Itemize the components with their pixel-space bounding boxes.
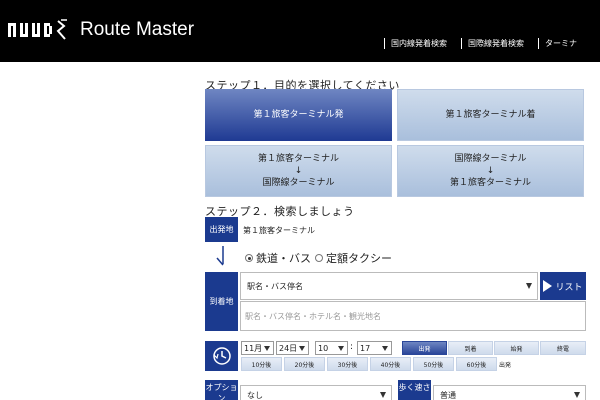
month-value: 11月	[244, 343, 263, 353]
offset-30-button[interactable]: 30分後	[327, 357, 368, 371]
day-value: 24日	[279, 343, 298, 353]
option-label: オプション	[205, 380, 238, 400]
tab-arrival[interactable]: 到着	[448, 341, 493, 355]
hour-select[interactable]: 10	[315, 341, 348, 355]
clock-icon	[212, 347, 231, 365]
departure-value: 第１旅客ターミナル	[243, 226, 315, 235]
day-select[interactable]: 24日	[276, 341, 309, 355]
offset-20-button[interactable]: 20分後	[284, 357, 325, 371]
chevron-down-icon	[526, 283, 532, 289]
header-nav: 国内線発着検索 国際線発着検索 ターミナ	[384, 38, 591, 49]
chevron-down-icon	[380, 392, 386, 398]
choice-t1-departure[interactable]: 第１旅客ターミナル発	[205, 89, 392, 141]
radio-taxi-label[interactable]: 定額タクシー	[326, 250, 392, 266]
chevron-down-icon	[382, 346, 388, 351]
offset-60-button[interactable]: 60分後	[456, 357, 497, 371]
nav-terminal[interactable]: ターミナ	[538, 38, 591, 49]
time-colon: :	[350, 342, 354, 352]
list-button-label: リスト	[555, 282, 583, 293]
tab-departure[interactable]: 出発	[402, 341, 447, 355]
nav-international[interactable]: 国際線発着検索	[461, 38, 538, 49]
choice-arrow: ↓	[486, 166, 495, 176]
option-select[interactable]: なし	[240, 385, 392, 400]
walk-speed-select[interactable]: 普通	[433, 385, 586, 400]
radio-rail-bus-label[interactable]: 鉄道・バス	[256, 250, 311, 266]
list-button[interactable]: リスト	[540, 272, 586, 300]
choice-arrow: ↓	[294, 166, 303, 176]
hour-value: 10	[318, 343, 329, 353]
arrival-type-value: 駅名・バス停名	[247, 281, 303, 291]
choice-label: 第１旅客ターミナル	[257, 154, 339, 164]
choice-label: 第１旅客ターミナル	[449, 178, 531, 188]
arrival-type-select[interactable]: 駅名・バス停名	[240, 272, 538, 300]
choice-label: 第１旅客ターミナル発	[253, 110, 344, 120]
choice-label: 国際線ターミナル	[262, 178, 335, 188]
chevron-down-icon	[574, 392, 580, 398]
offset-suffix: 出発	[499, 362, 512, 369]
radio-rail-bus[interactable]	[245, 254, 253, 262]
play-icon	[543, 280, 553, 292]
chevron-down-icon	[264, 346, 270, 351]
offset-40-button[interactable]: 40分後	[370, 357, 411, 371]
option-value: なし	[247, 390, 263, 400]
down-arrow-icon	[216, 246, 224, 266]
logo[interactable]: Route Master	[8, 18, 194, 42]
nav-domestic[interactable]: 国内線発着検索	[384, 38, 461, 49]
arrival-label: 到着地	[205, 272, 238, 331]
walk-speed-value: 普通	[440, 390, 456, 400]
datetime-label	[205, 341, 238, 371]
offset-50-button[interactable]: 50分後	[413, 357, 454, 371]
departure-label: 出発地	[205, 217, 238, 242]
transport-mode-group: 鉄道・バス 定額タクシー	[245, 250, 396, 266]
choice-label: 第１旅客ターミナル着	[445, 110, 536, 120]
tab-first-train[interactable]: 始発	[494, 341, 539, 355]
radio-taxi[interactable]	[315, 254, 323, 262]
logo-text: Route Master	[80, 19, 195, 40]
month-select[interactable]: 11月	[241, 341, 274, 355]
choice-label: 国際線ターミナル	[454, 154, 527, 164]
choice-intl-to-t1[interactable]: 国際線ターミナル ↓ 第１旅客ターミナル	[397, 145, 584, 197]
logo-mark-icon	[8, 19, 67, 40]
offset-10-button[interactable]: 10分後	[241, 357, 282, 371]
choice-t1-to-intl[interactable]: 第１旅客ターミナル ↓ 国際線ターミナル	[205, 145, 392, 197]
choice-t1-arrival[interactable]: 第１旅客ターミナル着	[397, 89, 584, 141]
minute-value: 17	[360, 343, 371, 353]
arrival-search-input[interactable]	[240, 301, 586, 331]
chevron-down-icon	[338, 346, 344, 351]
site-header: Route Master 国内線発着検索 国際線発着検索 ターミナ	[0, 0, 600, 62]
chevron-down-icon	[299, 346, 305, 351]
tab-last-train[interactable]: 終電	[540, 341, 586, 355]
minute-select[interactable]: 17	[357, 341, 392, 355]
walk-speed-label: 歩く速さ	[398, 380, 431, 400]
